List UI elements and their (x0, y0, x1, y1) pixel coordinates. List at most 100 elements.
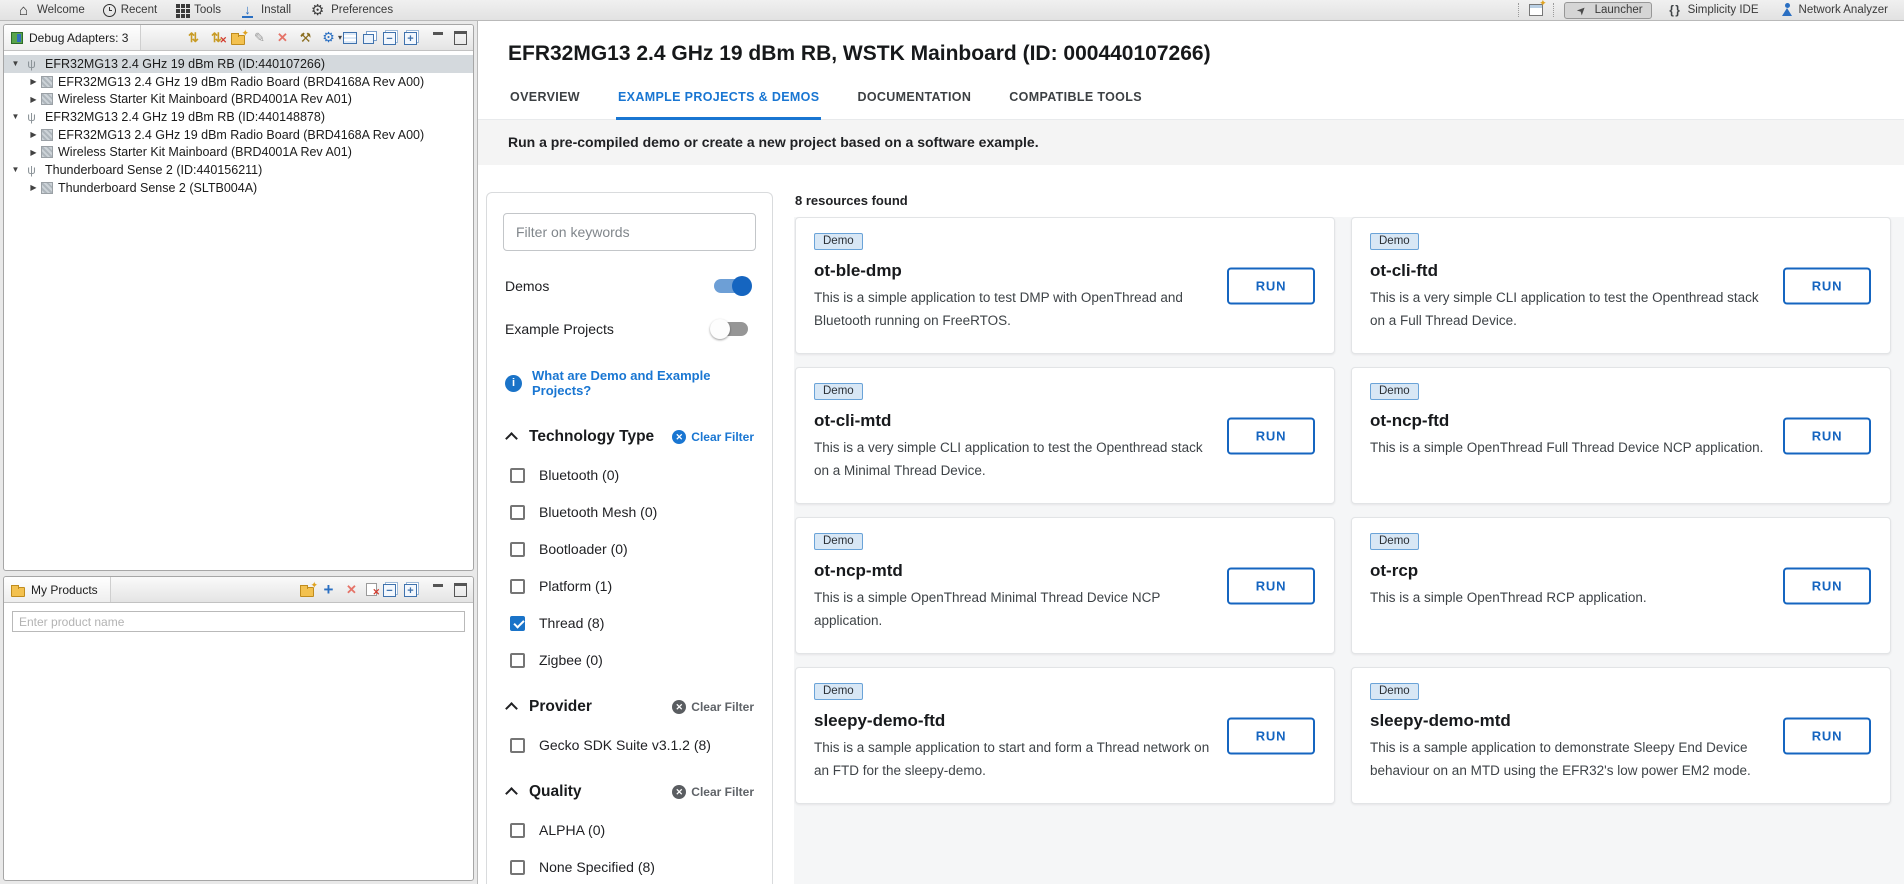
tree-row-label: Thunderboard Sense 2 (SLTB004A) (58, 181, 257, 195)
checkbox-bluetooth-0[interactable] (510, 468, 525, 483)
collapse-all-icon[interactable] (383, 32, 396, 45)
checkbox-thread-8[interactable] (510, 616, 525, 631)
new-folder-icon[interactable] (300, 587, 314, 597)
tree-row[interactable]: ▶ Thunderboard Sense 2 (SLTB004A) (4, 179, 473, 197)
run-button[interactable]: RUN (1227, 567, 1315, 604)
chevron-collapsed-icon[interactable]: ▶ (28, 183, 39, 192)
filter-sections: Technology Type✕Clear FilterBluetooth (0… (503, 428, 756, 884)
open-perspective-icon[interactable] (1529, 4, 1543, 16)
card-description: This is a simple OpenThread Minimal Thre… (814, 587, 1220, 632)
chevron-up-icon[interactable] (505, 787, 518, 800)
resource-card-sleepy-demo-ftd: Demosleepy-demo-ftdThis is a sample appl… (795, 667, 1335, 804)
toggle-label: Example Projects (505, 321, 614, 337)
perspective-launcher[interactable]: Launcher (1564, 2, 1652, 19)
clear-filter-button[interactable]: ✕Clear Filter (672, 430, 754, 444)
tree-row[interactable]: ▼EFR32MG13 2.4 GHz 19 dBm RB (ID:4401488… (4, 108, 473, 126)
collapse-all-icon[interactable] (383, 584, 396, 597)
menu-item-label: Tools (194, 4, 221, 16)
gear-drop-icon[interactable] (320, 29, 337, 46)
checkbox-bootloader-0[interactable] (510, 542, 525, 557)
chevron-collapsed-icon[interactable]: ▶ (28, 148, 39, 157)
board-icon (41, 93, 53, 105)
tab-example-projects-demos[interactable]: EXAMPLE PROJECTS & DEMOS (616, 84, 822, 120)
chevron-expanded-icon[interactable]: ▼ (10, 165, 21, 174)
clear-filter-label: Clear Filter (691, 430, 754, 444)
maximize-icon[interactable] (452, 581, 469, 598)
checkbox-gecko-sdk-suite-v3-1-2-8[interactable] (510, 738, 525, 753)
run-button[interactable]: RUN (1783, 417, 1871, 454)
usb-icon (23, 108, 40, 125)
folder-icon (11, 587, 25, 597)
debug-toolbar-icons (185, 29, 419, 46)
tree-row[interactable]: ▼EFR32MG13 2.4 GHz 19 dBm RB (ID:4401072… (4, 55, 473, 73)
debug-adapters-header: Debug Adapters: 3 (4, 25, 473, 51)
perspective-simplicity-ide[interactable]: Simplicity IDE (1658, 2, 1767, 19)
clear-filter-button[interactable]: ✕Clear Filter (672, 700, 754, 714)
chevron-expanded-icon[interactable]: ▼ (10, 112, 21, 121)
product-search-input[interactable] (12, 611, 465, 632)
remove-file-icon[interactable] (366, 583, 377, 596)
run-button[interactable]: RUN (1783, 267, 1871, 304)
connect-icon[interactable] (185, 29, 202, 46)
run-button[interactable]: RUN (1227, 717, 1315, 754)
chevron-up-icon[interactable] (505, 432, 518, 445)
run-button[interactable]: RUN (1227, 417, 1315, 454)
new-folder-icon[interactable] (231, 35, 245, 45)
filter-section-header-technology-type: Technology Type✕Clear Filter (505, 428, 754, 446)
chevron-up-icon[interactable] (505, 702, 518, 715)
chevron-collapsed-icon[interactable]: ▶ (28, 130, 39, 139)
checkbox-alpha-0[interactable] (510, 823, 525, 838)
my-products-tab[interactable]: My Products (4, 577, 111, 602)
add-icon[interactable] (320, 581, 337, 598)
chevron-expanded-icon[interactable]: ▼ (10, 59, 21, 68)
tab-compatible-tools[interactable]: COMPATIBLE TOOLS (1007, 84, 1144, 120)
clear-filter-button[interactable]: ✕Clear Filter (672, 785, 754, 799)
delete-icon[interactable] (343, 581, 360, 598)
results-count: 8 resources found (795, 193, 1904, 208)
tree-row[interactable]: ▶EFR32MG13 2.4 GHz 19 dBm Radio Board (B… (4, 73, 473, 91)
maximize-icon[interactable] (452, 29, 469, 46)
table-view-icon[interactable] (343, 32, 357, 44)
toggle-example-projects[interactable] (714, 322, 748, 336)
menu-item-welcome[interactable]: Welcome (6, 0, 94, 20)
checkbox-zigbee-0[interactable] (510, 653, 525, 668)
filter-option: Bluetooth Mesh (0) (510, 504, 756, 520)
tab-overview[interactable]: OVERVIEW (508, 84, 582, 120)
toggle-demos[interactable] (714, 279, 748, 293)
tree-row-label: EFR32MG13 2.4 GHz 19 dBm Radio Board (BR… (58, 128, 424, 142)
chevron-collapsed-icon[interactable]: ▶ (28, 95, 39, 104)
minimize-icon[interactable] (429, 29, 446, 46)
perspective-buttons: Launcher Simplicity IDE Network Analyzer (1564, 2, 1896, 19)
delete-icon[interactable] (274, 29, 291, 46)
checkbox-bluetooth-mesh-0[interactable] (510, 505, 525, 520)
debug-adapters-tab[interactable]: Debug Adapters: 3 (4, 25, 141, 50)
keyword-filter-input[interactable] (503, 213, 756, 251)
run-button[interactable]: RUN (1783, 717, 1871, 754)
tools-icon[interactable] (297, 29, 314, 46)
minimize-icon[interactable] (429, 581, 446, 598)
disconnect-icon[interactable] (208, 29, 225, 46)
rename-icon[interactable] (251, 29, 268, 46)
tree-row[interactable]: ▶Wireless Starter Kit Mainboard (BRD4001… (4, 90, 473, 108)
content: DemosExample Projects i What are Demo an… (478, 165, 1904, 884)
circle-x-icon: ✕ (672, 700, 686, 714)
expand-all-icon[interactable] (404, 584, 417, 597)
perspective-network-analyzer[interactable]: Network Analyzer (1773, 2, 1896, 19)
tree-row[interactable]: ▶ EFR32MG13 2.4 GHz 19 dBm Radio Board (B… (4, 126, 473, 144)
tree-row[interactable]: ▶Wireless Starter Kit Mainboard (BRD4001… (4, 143, 473, 161)
run-button[interactable]: RUN (1227, 267, 1315, 304)
expand-all-icon[interactable] (404, 32, 417, 45)
detail-view-icon[interactable] (363, 34, 374, 44)
checkbox-none-specified-8[interactable] (510, 860, 525, 875)
menu-item-tools[interactable]: Tools (166, 0, 230, 20)
run-button[interactable]: RUN (1783, 567, 1871, 604)
menu-item-recent[interactable]: Recent (94, 0, 166, 20)
tab-documentation[interactable]: DOCUMENTATION (855, 84, 973, 120)
menu-item-preferences[interactable]: Preferences (300, 0, 402, 20)
menu-item-install[interactable]: Install (230, 0, 300, 20)
checkbox-platform-1[interactable] (510, 579, 525, 594)
tree-row[interactable]: ▼Thunderboard Sense 2 (ID:440156211) (4, 161, 473, 179)
filter-option: Gecko SDK Suite v3.1.2 (8) (510, 737, 756, 753)
demo-info-link[interactable]: What are Demo and Example Projects? (532, 368, 756, 398)
chevron-collapsed-icon[interactable]: ▶ (28, 77, 39, 86)
